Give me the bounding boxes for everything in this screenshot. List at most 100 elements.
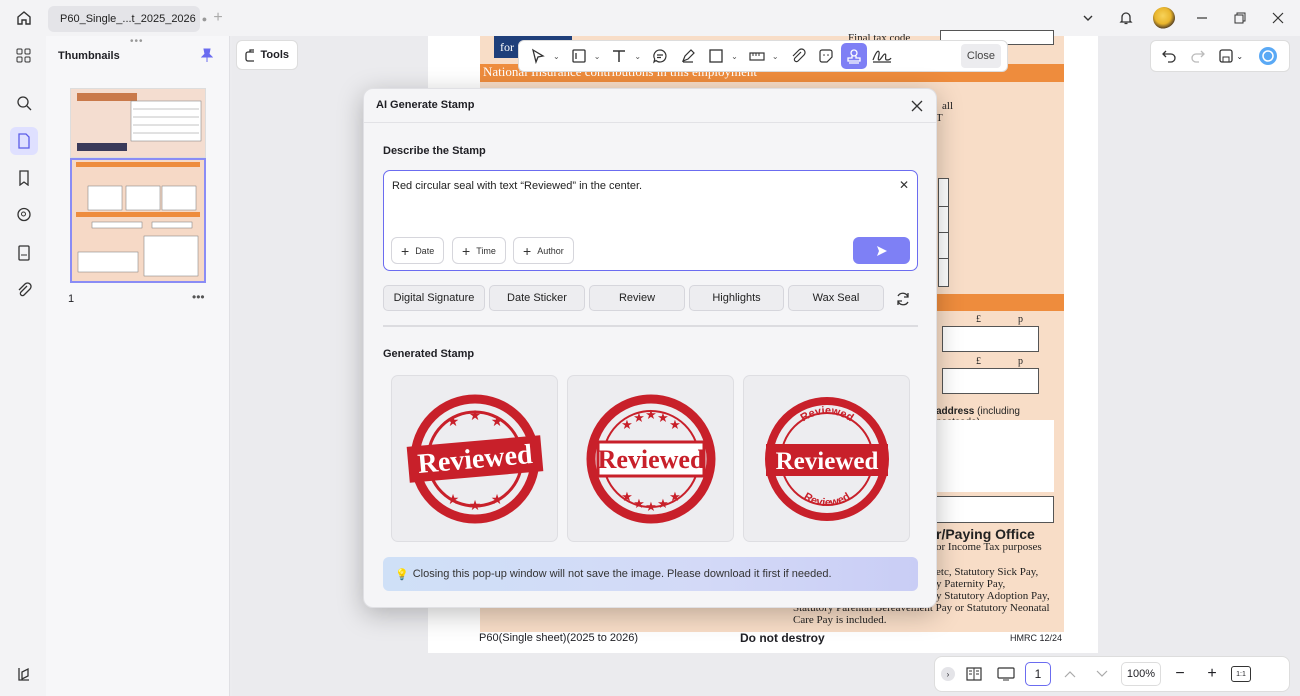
zoom-level[interactable]: 100%: [1121, 662, 1161, 686]
all-text: all: [942, 100, 953, 112]
svg-text:★: ★: [645, 408, 657, 423]
insert-time-chip[interactable]: + Time: [452, 237, 506, 264]
restore-icon[interactable]: [1226, 4, 1254, 32]
generated-stamp-1[interactable]: ★ ★ ★ ★ ★ ★ Reviewed: [391, 375, 558, 542]
amount-box-1: [942, 326, 1039, 352]
toolbar-close-button[interactable]: Close: [960, 44, 1001, 68]
redo-icon[interactable]: [1191, 49, 1205, 63]
paperclip-icon[interactable]: [10, 276, 38, 304]
sidebar-toggle-icon[interactable]: [10, 660, 38, 688]
save-icon[interactable]: ⌄: [1219, 49, 1243, 63]
orange-band: [936, 294, 1064, 311]
textbox-icon[interactable]: [566, 43, 592, 69]
more-options-icon[interactable]: •••: [192, 290, 205, 304]
measure-icon[interactable]: [744, 43, 770, 69]
new-tab-icon[interactable]: +: [208, 8, 228, 28]
svg-text:★: ★: [446, 492, 459, 508]
stamp-text: Reviewed: [775, 448, 878, 475]
income-tax-text: or Income Tax purposes: [936, 541, 1042, 553]
section-divider: [383, 325, 918, 327]
zoom-in-icon[interactable]: +: [1199, 665, 1225, 683]
text-icon[interactable]: [606, 43, 632, 69]
expand-icon[interactable]: ›: [941, 667, 955, 681]
sticker-icon[interactable]: [813, 43, 839, 69]
svg-text:★: ★: [657, 411, 669, 426]
svg-text:★: ★: [633, 497, 645, 512]
attachment-doc-icon[interactable]: [10, 239, 38, 267]
bell-icon[interactable]: [1112, 4, 1140, 32]
svg-text:★: ★: [669, 418, 681, 433]
stamp-icon[interactable]: [840, 43, 867, 69]
chevron-down-icon[interactable]: ⌄: [731, 52, 738, 61]
ai-assistant-icon[interactable]: [1258, 46, 1278, 66]
clear-input-icon[interactable]: ✕: [899, 178, 909, 192]
avatar[interactable]: [1150, 4, 1178, 32]
select-cursor-icon[interactable]: [525, 43, 551, 69]
generated-stamp-2[interactable]: ★ ★ ★ ★ ★ ★ ★ ★ ★ ★ Reviewed: [567, 375, 734, 542]
chevron-down-icon[interactable]: ⌄: [634, 52, 641, 61]
pence-label-1: p: [1018, 314, 1023, 325]
describe-label: Describe the Stamp: [383, 145, 486, 157]
comment-search-icon[interactable]: [10, 201, 38, 229]
two-page-view-icon[interactable]: [961, 667, 987, 681]
comment-icon[interactable]: [647, 43, 673, 69]
preset-date-sticker[interactable]: Date Sticker: [489, 285, 585, 311]
page-thumbnail-current[interactable]: [70, 158, 206, 283]
chevron-down-icon[interactable]: [1074, 4, 1102, 32]
page-thumbnail-upper[interactable]: [70, 88, 206, 158]
preset-wax-seal[interactable]: Wax Seal: [788, 285, 884, 311]
home-icon[interactable]: [10, 6, 38, 30]
insert-date-chip[interactable]: + Date: [391, 237, 445, 264]
generate-send-button[interactable]: [853, 237, 910, 264]
rectangle-icon[interactable]: [703, 43, 729, 69]
page-navigation-bar: › 1 100% − + 1:1: [934, 656, 1290, 692]
svg-text:★: ★: [468, 408, 481, 424]
preset-review[interactable]: Review: [589, 285, 685, 311]
tab-close-icon[interactable]: ●: [202, 14, 207, 24]
annotation-toolbar: ⌄ ⌄ ⌄ ⌄ ⌄ Close: [518, 40, 1008, 72]
search-icon[interactable]: [10, 89, 38, 117]
thumbnail-page-number: 1: [68, 293, 75, 305]
zoom-out-icon[interactable]: −: [1167, 665, 1193, 683]
chevron-down-icon[interactable]: ⌄: [553, 52, 560, 61]
current-page-input[interactable]: 1: [1025, 662, 1051, 686]
statutory-line-5: Care Pay is included.: [793, 614, 887, 626]
preset-digital-signature[interactable]: Digital Signature: [383, 285, 485, 311]
apps-grid-icon[interactable]: [10, 42, 38, 70]
send-icon: [876, 245, 887, 256]
pages-icon[interactable]: [10, 127, 38, 155]
close-window-icon[interactable]: [1264, 4, 1292, 32]
stamp-text: Reviewed: [597, 445, 704, 474]
title-bar: P60_Single_...t_2025_2026 ● +: [0, 0, 1300, 36]
pin-icon[interactable]: [200, 48, 214, 65]
previous-page-icon[interactable]: [1057, 670, 1083, 678]
chevron-down-icon[interactable]: ⌄: [772, 52, 779, 61]
next-page-icon[interactable]: [1089, 670, 1115, 678]
close-icon[interactable]: [908, 97, 926, 115]
preset-highlights[interactable]: Highlights: [689, 285, 784, 311]
stamp-arc-text-bottom: Reviewed: [801, 490, 852, 509]
presentation-icon[interactable]: [993, 667, 1019, 681]
undo-icon[interactable]: [1162, 49, 1176, 63]
drag-handle-icon[interactable]: •••: [130, 36, 144, 47]
stamp-description-input[interactable]: Red circular seal with text “Reviewed” i…: [383, 170, 918, 271]
generated-stamp-3[interactable]: Reviewed Reviewed Reviewed: [743, 375, 910, 542]
tools-label: Tools: [260, 49, 289, 61]
bookmark-icon[interactable]: [10, 164, 38, 192]
document-tab[interactable]: P60_Single_...t_2025_2026 ●: [48, 6, 207, 32]
attach-icon[interactable]: [785, 43, 811, 69]
insert-author-chip[interactable]: + Author: [513, 237, 574, 264]
tools-button[interactable]: Tools: [236, 40, 298, 70]
minimize-icon[interactable]: [1188, 4, 1216, 32]
prompt-text[interactable]: Red circular seal with text “Reviewed” i…: [392, 180, 642, 192]
signature-icon[interactable]: [869, 43, 895, 69]
toolbox-icon: [245, 49, 255, 62]
plus-icon: +: [462, 242, 471, 259]
highlighter-icon[interactable]: [675, 43, 701, 69]
actual-size-button[interactable]: 1:1: [1231, 666, 1251, 682]
chevron-down-icon[interactable]: ⌄: [594, 52, 601, 61]
refresh-icon[interactable]: [892, 288, 914, 310]
form-for-text: for: [500, 40, 514, 54]
plus-icon: +: [523, 242, 532, 259]
dialog-title: AI Generate Stamp: [376, 99, 475, 111]
